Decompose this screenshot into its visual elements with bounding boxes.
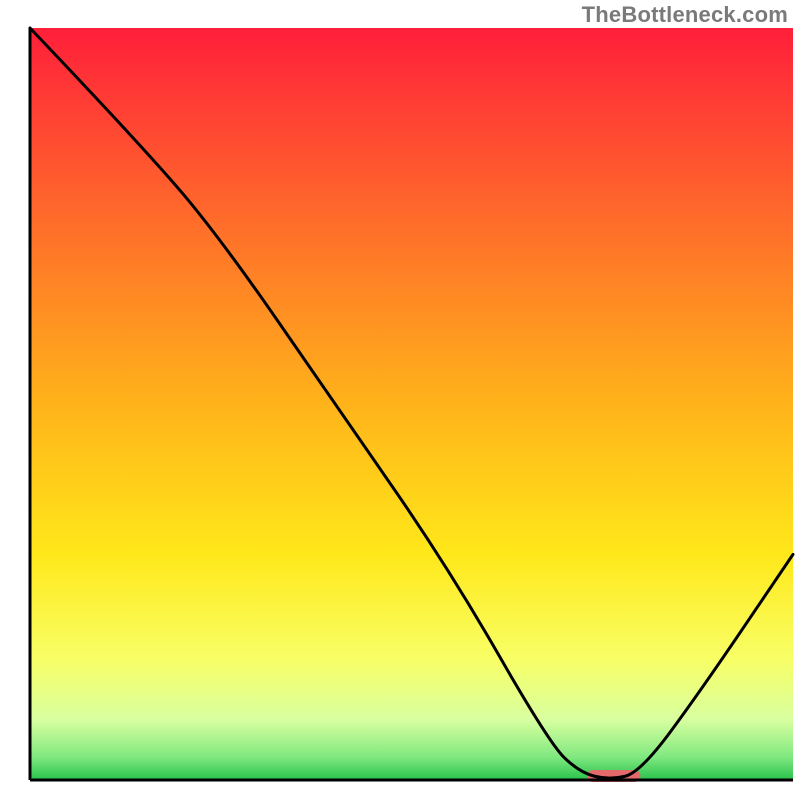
bottleneck-chart (0, 0, 800, 800)
chart-background (30, 28, 793, 780)
